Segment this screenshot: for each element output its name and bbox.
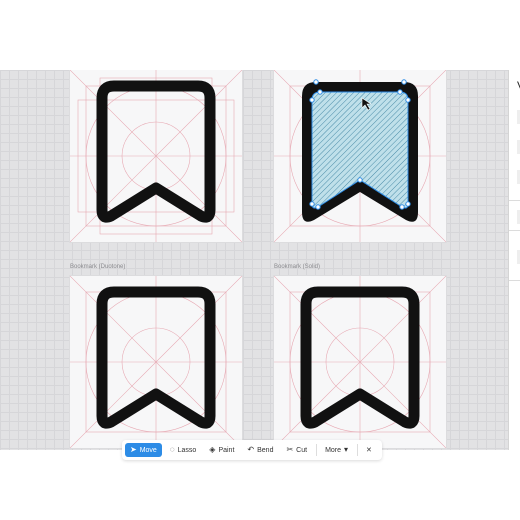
lasso-tool-label: Lasso [177,446,197,454]
move-tool-button[interactable]: ➤ Move [125,443,162,457]
bend-tool-label: Bend [257,446,274,454]
bend-tool-button[interactable]: ↶ Bend [242,443,278,457]
artboard-bookmark-solid[interactable] [274,276,446,448]
more-tools-label: More [325,446,342,454]
keyline-guides [70,70,242,242]
toolbar-divider [316,444,318,456]
lasso-icon: ◌ [169,445,175,454]
inspector-panel[interactable]: V [508,70,520,450]
close-toolbar-button[interactable]: ✕ [361,443,377,457]
paint-tool-button[interactable]: ◈ Paint [204,443,239,457]
cut-tool-button[interactable]: ✂ Cut [281,443,312,457]
paint-bucket-icon: ◈ [209,445,216,454]
bookmark-duotone-icon [70,276,242,448]
artboard-bookmark-duotone[interactable] [70,276,242,448]
lasso-tool-button[interactable]: ◌ Lasso [165,443,201,457]
toolbar-divider [357,444,359,456]
chevron-down-icon: ▾ [344,445,349,454]
scissors-icon: ✂ [286,445,294,454]
artboard-bookmark[interactable] [70,70,242,242]
canvas-workspace[interactable]: Bookmark (Duotone) Bookmark (Solid) [0,70,508,450]
cut-tool-label: Cut [296,446,308,454]
move-tool-label: Move [139,446,157,454]
more-tools-button[interactable]: More ▾ [320,443,353,457]
paint-tool-label: Paint [218,446,235,454]
bookmark-solid-icon [274,276,446,448]
close-icon: ✕ [366,447,372,454]
keyline-guides [70,276,242,448]
bookmark-outline-icon [70,70,242,242]
floating-toolbar: ➤ Move ◌ Lasso ◈ Paint ↶ Bend ✂ Cut More… [122,440,382,460]
bend-curve-icon: ↶ [247,445,255,454]
divider [509,200,520,201]
cursor-arrow-icon: ➤ [130,445,137,454]
divider [509,230,520,231]
artboard-bookmark-selected[interactable] [274,70,446,242]
artboard-caption-solid: Bookmark (Solid) [274,264,321,270]
keyline-guides [274,276,446,448]
artboard-caption-duotone: Bookmark (Duotone) [70,264,126,270]
bookmark-selected-icon [274,70,446,242]
divider [509,280,520,281]
